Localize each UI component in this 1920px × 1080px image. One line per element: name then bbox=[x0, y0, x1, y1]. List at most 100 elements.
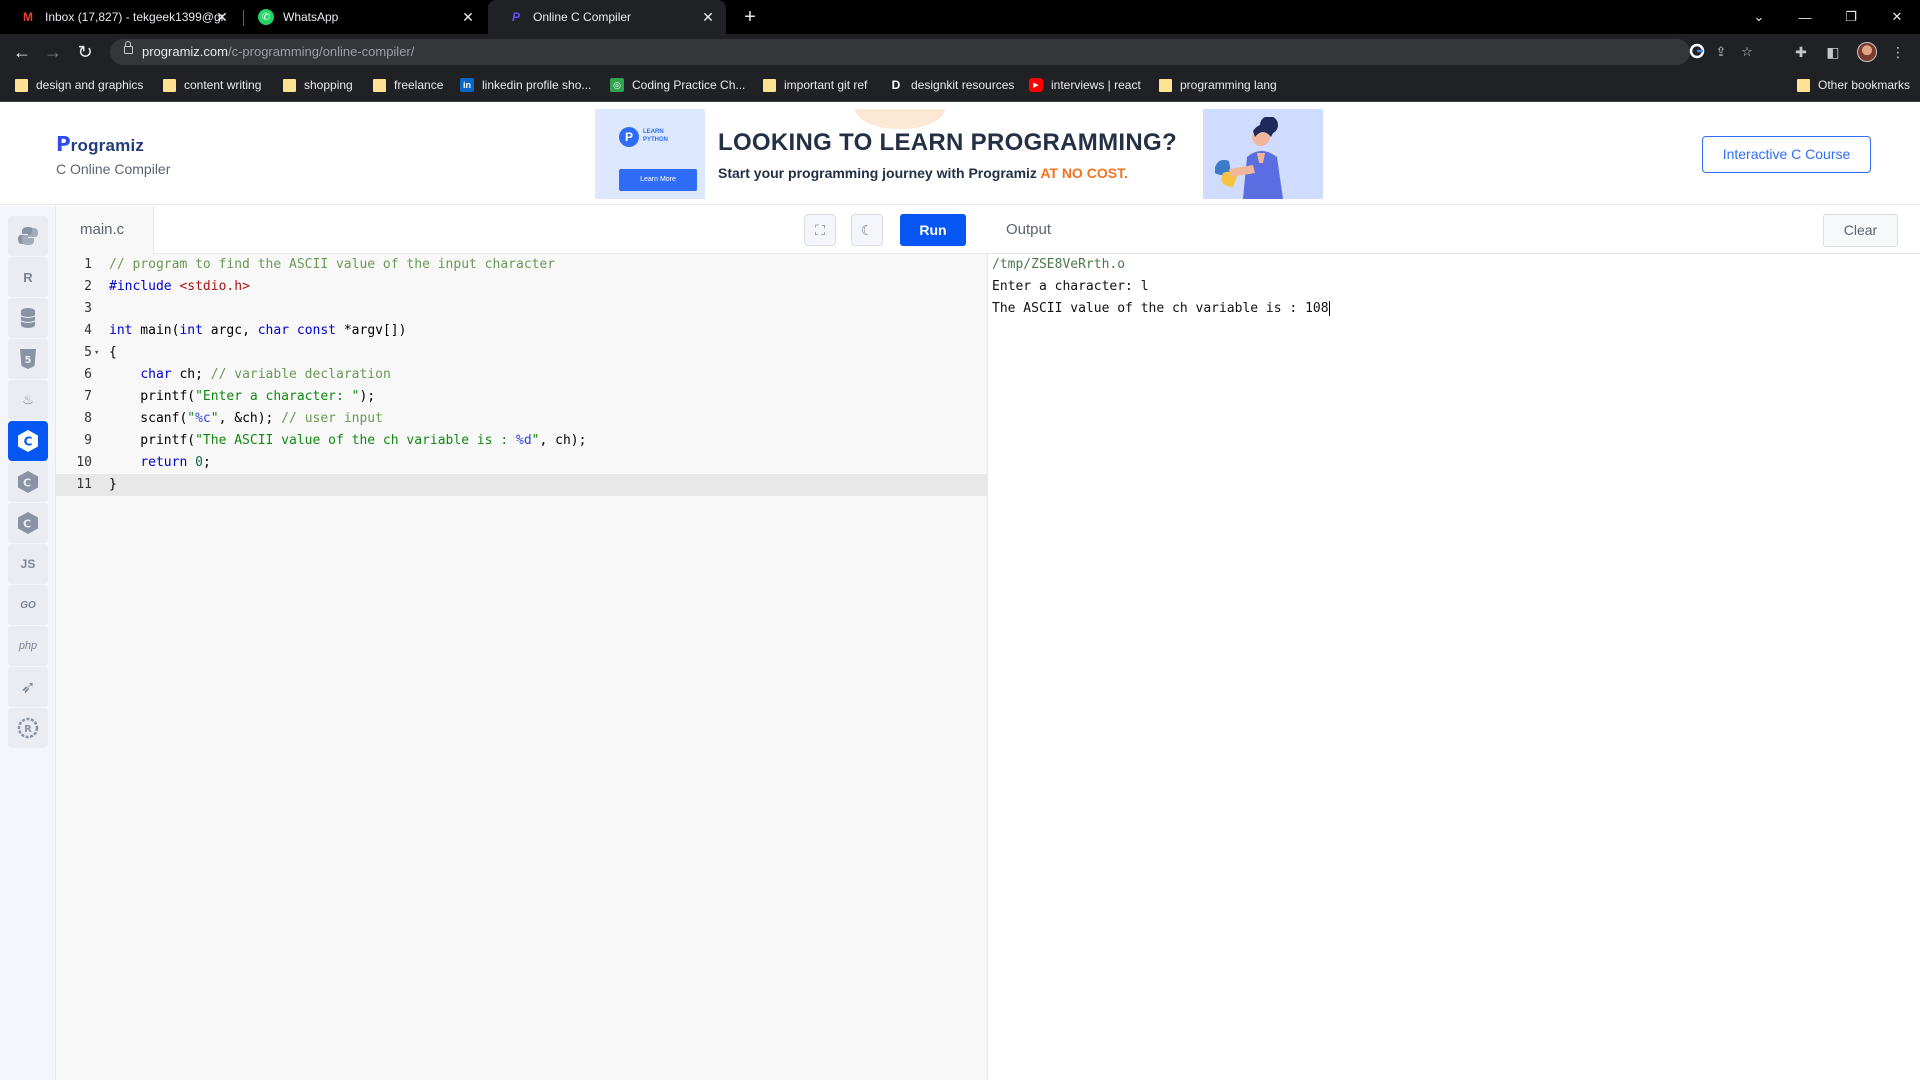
output-header: Output Clear bbox=[988, 206, 1920, 254]
codingame-icon: ◎ bbox=[610, 78, 624, 92]
close-icon[interactable]: ✕ bbox=[460, 9, 476, 25]
dark-mode-moon-icon[interactable]: ☾ bbox=[851, 214, 883, 246]
restore-icon[interactable]: ❐ bbox=[1828, 0, 1874, 34]
swift-icon[interactable]: ➶ bbox=[8, 667, 48, 707]
minimize-icon[interactable]: — bbox=[1782, 0, 1828, 34]
banner-title: LOOKING TO LEARN PROGRAMMING? bbox=[718, 129, 1177, 156]
tab-gmail[interactable]: M Inbox (17,827) - tekgeek1399@gr ✕ bbox=[0, 0, 240, 34]
bookmark-coding-practice[interactable]: ◎ Coding Practice Ch... bbox=[610, 78, 745, 92]
language-sidebar: R 5 ♨ C C C JS GO php ➶ R bbox=[0, 206, 56, 1080]
code-token: #include bbox=[109, 279, 180, 294]
code-line[interactable]: 4 int main(int argc, char const *argv[]) bbox=[56, 320, 987, 342]
html-icon[interactable]: 5 bbox=[8, 339, 48, 379]
code-token: "The ASCII value of the ch variable is : bbox=[195, 433, 516, 448]
code-line[interactable]: 2 #include <stdio.h> bbox=[56, 276, 987, 298]
bookmarks-bar: design and graphics content writing shop… bbox=[0, 70, 1920, 102]
code-line[interactable]: 7 printf("Enter a character: "); bbox=[56, 386, 987, 408]
code-area[interactable]: 1 // program to find the ASCII value of t… bbox=[56, 254, 987, 1080]
bookmark-designkit-resources[interactable]: Ddesignkit resources bbox=[889, 78, 1015, 92]
reload-icon[interactable]: ↻ bbox=[73, 40, 97, 64]
menu-kebab-icon[interactable]: ⋮ bbox=[1888, 42, 1908, 62]
fold-arrow-icon[interactable]: ▾ bbox=[94, 342, 99, 364]
code-line[interactable]: 3 bbox=[56, 298, 987, 320]
sql-icon[interactable] bbox=[8, 298, 48, 338]
address-bar[interactable]: programiz.com/c-programming/online-compi… bbox=[110, 39, 1753, 65]
google-icon[interactable] bbox=[1688, 43, 1706, 61]
file-tab-main-c[interactable]: main.c bbox=[56, 206, 154, 255]
bookmark-shopping[interactable]: shopping bbox=[282, 78, 353, 92]
code-line[interactable]: 9 printf("The ASCII value of the ch vari… bbox=[56, 430, 987, 452]
line-number: 2 bbox=[84, 279, 92, 294]
code-token: return bbox=[140, 455, 188, 470]
editor-toolbar: main.c ⛶ ☾ Run bbox=[56, 206, 988, 255]
code-token: *argv[]) bbox=[336, 323, 407, 338]
code-line[interactable]: 10 return 0; bbox=[56, 452, 987, 474]
tab-title: Online C Compiler bbox=[533, 10, 632, 24]
bookmark-freelance[interactable]: freelance bbox=[372, 78, 443, 92]
logo-mark: P bbox=[56, 132, 71, 156]
line-number: 8 bbox=[84, 411, 92, 426]
fullscreen-icon[interactable]: ⛶ bbox=[804, 214, 836, 246]
extensions-icon[interactable]: ✚ bbox=[1791, 42, 1811, 62]
bookmark-linkedin[interactable]: in linkedin profile sho... bbox=[460, 78, 591, 92]
code-token: int bbox=[179, 323, 203, 338]
bookmark-content-writing[interactable]: content writing bbox=[162, 78, 261, 92]
code-line[interactable]: 6 char ch; // variable declaration bbox=[56, 364, 987, 386]
bookmark-programming-lang[interactable]: programming lang bbox=[1158, 78, 1277, 92]
code-token: const bbox=[296, 323, 337, 338]
python-icon[interactable] bbox=[8, 216, 48, 256]
programiz-logo[interactable]: P rogramiz bbox=[56, 132, 144, 156]
side-panel-icon[interactable]: ◧ bbox=[1823, 42, 1843, 62]
java-icon[interactable]: ♨ bbox=[8, 380, 48, 420]
go-icon[interactable]: GO bbox=[8, 585, 48, 625]
rust-icon[interactable]: R bbox=[8, 708, 48, 748]
svg-text:C: C bbox=[23, 518, 31, 531]
close-icon[interactable]: ✕ bbox=[214, 9, 230, 25]
tab-whatsapp[interactable]: ✆ WhatsApp ✕ bbox=[240, 0, 486, 34]
javascript-icon[interactable]: JS bbox=[8, 544, 48, 584]
bookmark-other-bookmarks[interactable]: Other bookmarks bbox=[1796, 78, 1910, 92]
code-token: <stdio.h> bbox=[179, 279, 250, 294]
folder-icon bbox=[762, 78, 776, 92]
output-panel: Output Clear /tmp/ZSE8VeRrth.o Enter a c… bbox=[988, 206, 1920, 1080]
php-icon[interactable]: php bbox=[8, 626, 48, 666]
learn-more-button[interactable]: Learn More bbox=[619, 169, 697, 191]
tab-search-icon[interactable]: ⌄ bbox=[1736, 0, 1782, 34]
browser-toolbar: ← → ↻ programiz.com/c-programming/online… bbox=[0, 34, 1920, 70]
learn-python-tag: LEARN PYTHON bbox=[643, 129, 669, 143]
cpp-icon[interactable]: C bbox=[8, 462, 48, 502]
close-icon[interactable]: ✕ bbox=[700, 9, 716, 25]
forward-icon[interactable]: → bbox=[41, 40, 65, 64]
url-text[interactable]: programiz.com/c-programming/online-compi… bbox=[142, 44, 414, 59]
code-line[interactable]: 8 scanf("%c", &ch); // user input bbox=[56, 408, 987, 430]
code-token: , &ch); bbox=[218, 411, 282, 426]
back-icon[interactable]: ← bbox=[10, 40, 34, 64]
r-icon[interactable]: R bbox=[8, 257, 48, 297]
output-console[interactable]: /tmp/ZSE8VeRrth.o Enter a character: l T… bbox=[992, 254, 1330, 320]
tab-online-c-compiler[interactable]: P Online C Compiler ✕ bbox=[488, 0, 726, 34]
code-line[interactable]: 5 ▾ { bbox=[56, 342, 987, 364]
ad-banner[interactable]: P LEARN PYTHON Learn More LOOKING TO LEAR… bbox=[595, 109, 1323, 199]
bookmark-design-and-graphics[interactable]: design and graphics bbox=[14, 78, 143, 92]
code-line[interactable]: 11} bbox=[56, 474, 987, 496]
profile-avatar[interactable] bbox=[1857, 42, 1877, 62]
code-token: } bbox=[109, 477, 117, 492]
interactive-course-button[interactable]: Interactive C Course bbox=[1702, 136, 1871, 173]
code-text: } bbox=[109, 474, 117, 496]
new-tab-button[interactable]: + bbox=[738, 5, 762, 29]
bookmark-star-icon[interactable]: ☆ bbox=[1738, 43, 1756, 61]
output-line: The ASCII value of the ch variable is : … bbox=[992, 301, 1330, 316]
code-line[interactable]: 1 // program to find the ASCII value of t… bbox=[56, 254, 987, 276]
share-icon[interactable]: ⇪ bbox=[1712, 43, 1730, 61]
bookmark-important-git-ref[interactable]: important git ref bbox=[762, 78, 867, 92]
bookmark-interviews-react[interactable]: ▶ interviews | react bbox=[1029, 78, 1141, 92]
programiz-icon: P bbox=[511, 10, 520, 24]
code-token: 0 bbox=[195, 455, 203, 470]
banner-subtitle: Start your programming journey with Prog… bbox=[718, 165, 1128, 181]
c-icon[interactable]: C bbox=[8, 421, 48, 461]
csharp-icon[interactable]: C bbox=[8, 503, 48, 543]
run-button[interactable]: Run bbox=[900, 214, 966, 246]
clear-button[interactable]: Clear bbox=[1823, 214, 1898, 247]
close-window-icon[interactable]: ✕ bbox=[1874, 0, 1920, 34]
